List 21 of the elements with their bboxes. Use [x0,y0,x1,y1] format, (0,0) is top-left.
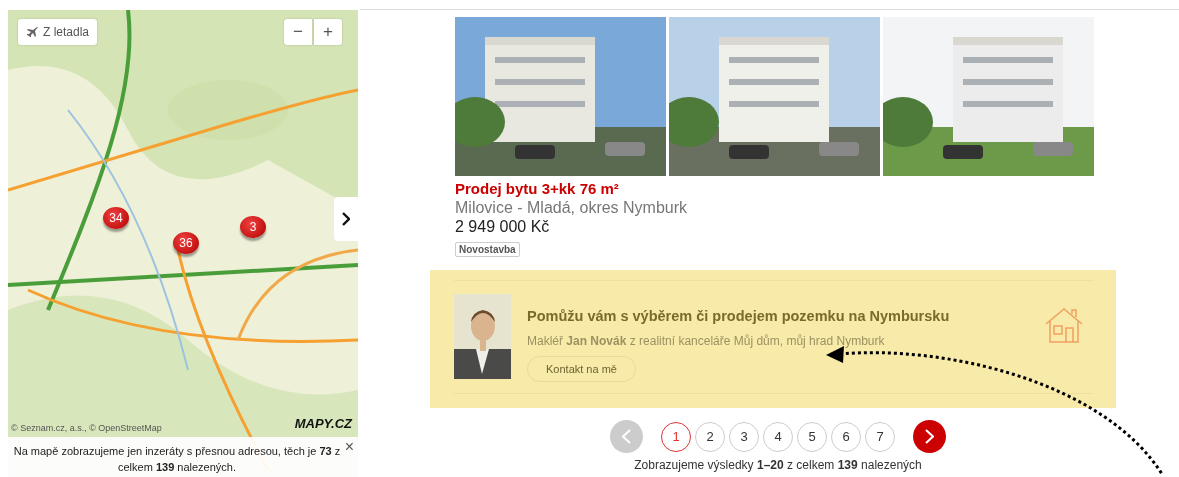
page-button[interactable]: 7 [865,421,895,452]
map-logo: MAPY.CZ [294,415,352,433]
results-summary: Zobrazujeme výsledky 1–20 z celkem 139 nalezených [633,457,923,474]
promo-heading: Pomůžu vám s výběrem či prodejem pozemku na Nymbursku [527,307,951,326]
listing-price: 2 949 000 Kč [455,217,551,236]
page-button[interactable]: 6 [831,421,861,452]
map-attribution: © Seznam.cz, a.s., © OpenStreetMap [11,422,162,435]
promo-text: Makléř Jan Novák z realitní kanceláře Můj dům, můj hrad Nymburk [527,332,886,350]
page-button[interactable]: 4 [763,421,793,452]
listing-location: Milovice - Mladá, okres Nymburk [455,198,689,217]
listing-title[interactable]: Prodej bytu 3+kk 76 m² [455,179,1116,198]
map-notice: Na mapě zobrazujeme jen inzeráty s přesnou adresou, těch je 73 z celkem 139 nalezených. [13,445,341,473]
zoom-in-button[interactable]: + [314,19,342,45]
page-button[interactable]: 2 [695,421,725,452]
page-button[interactable]: 1 [661,421,691,452]
listing-tag: Novostavba [455,242,520,257]
page-button[interactable]: 5 [797,421,827,452]
zoom-out-button[interactable]: − [284,19,312,45]
close-button[interactable]: × [344,439,354,455]
page-button[interactable]: 3 [729,421,759,452]
aerial-button[interactable]: Z letadla [18,19,98,45]
